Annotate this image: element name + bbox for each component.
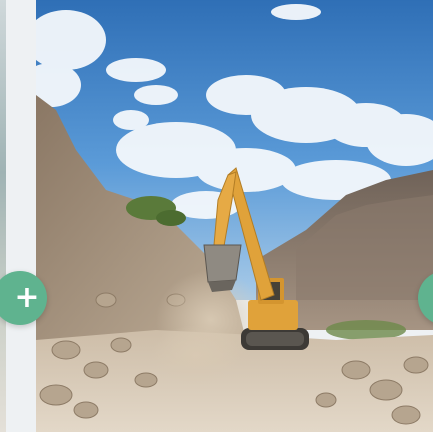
plus-icon: + [14,280,40,315]
photo-carousel: + + [0,0,433,432]
carousel-photo-excavator[interactable] [36,0,433,432]
carousel-gutter [6,0,36,432]
excavator-photo [36,0,433,432]
